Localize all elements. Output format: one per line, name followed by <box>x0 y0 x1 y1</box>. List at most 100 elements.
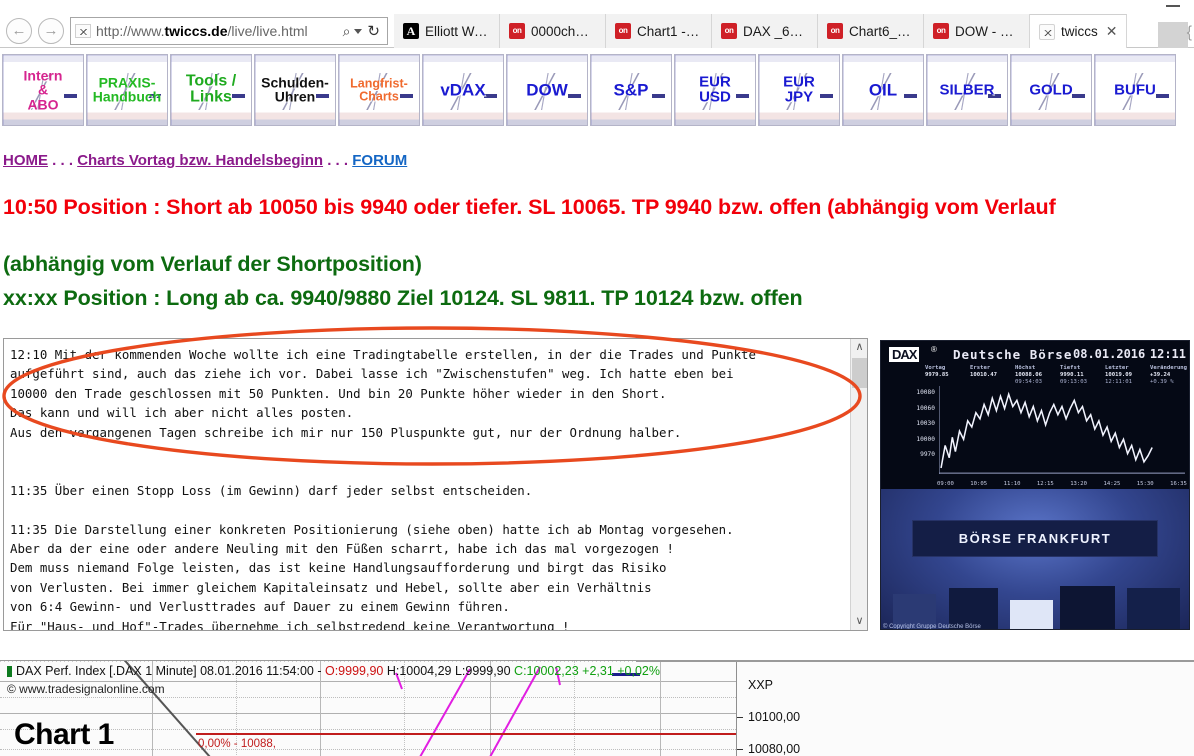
corner-label: XXP <box>748 678 774 692</box>
window-restore-button[interactable] <box>1158 22 1188 48</box>
thumb-nav-item-4[interactable]: Langfrist- Charts <box>338 54 420 126</box>
registered-icon: ® <box>931 345 937 354</box>
forward-button[interactable]: → <box>38 18 64 44</box>
bc-close: C:10002,23 +2,31 +0,02% <box>514 664 661 678</box>
dax-stat-5: Veränderung +39.24 +0.39 % <box>1150 365 1187 386</box>
brace-icon: { <box>1186 24 1192 41</box>
dax-stat-value: +39.24 <box>1150 372 1171 378</box>
frankfurt-exchange-photo: BÖRSE FRANKFURT © Copyright Gruppe Deuts… <box>881 489 1189 629</box>
borse-frankfurt-text: BÖRSE FRANKFURT <box>958 531 1112 547</box>
thumb-mini-chart-icon <box>87 55 167 125</box>
chart-1-label: Chart 1 <box>14 718 114 751</box>
thumb-nav-item-10[interactable]: OIL <box>842 54 924 126</box>
y-tick-2 <box>737 749 743 750</box>
dax-stat-key: Vortag <box>925 365 946 371</box>
thumb-nav-item-13[interactable]: BUFU <box>1094 54 1176 126</box>
bc-highlow: H:10004,29 L:9999,90 <box>383 664 515 678</box>
thumb-mini-chart-icon <box>927 55 1007 125</box>
chart-bullet-icon <box>7 666 12 677</box>
browser-tab-label: 0000chart - C... <box>531 23 596 39</box>
browser-tab-6[interactable]: twiccs ✕ <box>1030 14 1128 48</box>
dax-date: 08.01.2016 <box>1073 347 1146 361</box>
thumb-nav-item-8[interactable]: EUR USD <box>674 54 756 126</box>
link-home[interactable]: HOME <box>3 152 48 169</box>
thumb-nav-item-1[interactable]: PRAXIS- Handbuch <box>86 54 168 126</box>
url-domain: twiccs.de <box>164 23 228 39</box>
link-forum[interactable]: FORUM <box>352 152 407 169</box>
dax-stat-0: Vortag 9979.85 <box>925 365 962 386</box>
browser-tab-0[interactable]: A Elliott Wave ... <box>394 14 500 48</box>
thumb-nav-item-7[interactable]: S&P <box>590 54 672 126</box>
url-suffix: /live/live.html <box>227 23 308 39</box>
thumb-mini-chart-icon <box>675 55 755 125</box>
y-axis-top-border <box>636 661 1194 662</box>
dax-stat-time: 09:54:03 <box>1015 379 1042 385</box>
url-prefix: http://www. <box>96 23 165 39</box>
y-label-10100: 10100,00 <box>748 710 801 724</box>
dax-x-tick-2: 11:10 <box>1003 481 1021 487</box>
thumb-mini-chart-icon <box>759 55 839 125</box>
browser-tab-label: DAX _60 Min ... <box>743 23 808 39</box>
borse-frankfurt-banner: BÖRSE FRANKFURT <box>911 520 1159 558</box>
scrollbar-thumb[interactable] <box>852 358 867 388</box>
y-label-10080: 10080,00 <box>748 742 801 756</box>
dax-board-image: DAX ® Deutsche Börse 08.01.2016 12:11 Vo… <box>880 340 1190 630</box>
dax-stat-value: 9990.11 <box>1060 372 1084 378</box>
thumb-nav-item-5[interactable]: vDAX <box>422 54 504 126</box>
browser-tab-5[interactable]: on DOW - Chart ... <box>924 14 1030 48</box>
browser-tab-2[interactable]: on Chart1 - Char... <box>606 14 712 48</box>
thumb-mini-chart-icon <box>171 55 251 125</box>
browser-tab-4[interactable]: on Chart6_SKSM... <box>818 14 924 48</box>
back-button[interactable]: ← <box>6 18 32 44</box>
dax-quote-panel: DAX ® Deutsche Börse 08.01.2016 12:11 Vo… <box>881 341 1189 489</box>
thumb-nav-item-9[interactable]: EUR JPY <box>758 54 840 126</box>
tab-close-icon[interactable]: ✕ <box>1106 23 1118 40</box>
y-tick-1 <box>737 717 743 718</box>
log-scrollbar[interactable]: ∧ ∨ <box>850 339 867 630</box>
link-charts-vortag[interactable]: Charts Vortag bzw. Handelsbeginn <box>77 152 323 169</box>
thumb-nav-item-2[interactable]: Tools / Links <box>170 54 252 126</box>
bottom-chart-title: DAX Perf. Index [.DAX 1 Minute] 08.01.20… <box>16 664 660 678</box>
dax-x-tick-5: 14:25 <box>1103 481 1121 487</box>
on-badge-icon: on <box>827 23 843 39</box>
thumb-mini-chart-icon <box>255 55 335 125</box>
scroll-down-icon[interactable]: ∨ <box>851 613 867 630</box>
thumb-nav-item-11[interactable]: SILBER <box>926 54 1008 126</box>
dax-x-tick-4: 13:20 <box>1070 481 1088 487</box>
on-badge-icon: on <box>721 23 737 39</box>
thumb-nav-item-3[interactable]: Schulden- Uhren <box>254 54 336 126</box>
address-bar[interactable]: http://www.twiccs.de/live/live.html ⌕ ↻ <box>70 17 388 45</box>
thumb-nav-item-12[interactable]: GOLD <box>1010 54 1092 126</box>
link-separator-2: . . . <box>323 152 353 169</box>
dax-stat-key: Höchst <box>1015 365 1036 371</box>
photo-monitor-3 <box>1127 588 1180 629</box>
site-favicon-icon <box>75 24 91 38</box>
window-minimize-button[interactable] <box>1166 5 1180 7</box>
browser-tab-1[interactable]: on 0000chart - C... <box>500 14 606 48</box>
trading-log-textarea[interactable]: 12:10 Mit der kommenden Woche wollte ich… <box>3 338 868 631</box>
thumb-nav-item-6[interactable]: DOW <box>506 54 588 126</box>
search-icon[interactable]: ⌕ <box>343 23 351 40</box>
back-arrow-icon: ← <box>11 22 27 39</box>
on-badge-icon: on <box>509 23 525 39</box>
dax-stat-value: 10088.06 <box>1015 372 1042 378</box>
forward-arrow-icon: → <box>43 22 59 39</box>
browser-tab-3[interactable]: on DAX _60 Min ... <box>712 14 818 48</box>
browser-chrome: ← → http://www.twiccs.de/live/live.html … <box>0 0 1194 48</box>
dax-stat-4: Letzter 10019.09 12:11:01 <box>1105 365 1142 386</box>
dax-price-line <box>940 391 1153 469</box>
browser-tab-label: twiccs <box>1061 24 1098 39</box>
thumb-nav-item-0[interactable]: Intern & ABO <box>2 54 84 126</box>
dax-x-tick-3: 12:15 <box>1036 481 1054 487</box>
dax-x-tick-6: 15:30 <box>1136 481 1154 487</box>
dax-stat-value: 10019.09 <box>1105 372 1132 378</box>
thumb-mini-chart-icon <box>1011 55 1091 125</box>
thumb-mini-chart-icon <box>1095 55 1175 125</box>
refresh-icon[interactable]: ↻ <box>367 22 380 40</box>
chevron-down-icon[interactable] <box>354 28 363 34</box>
scroll-up-icon[interactable]: ∧ <box>851 339 867 356</box>
dax-x-tick-0: 09:00 <box>937 481 954 487</box>
dax-stat-key: Veränderung <box>1150 365 1188 371</box>
letter-a-icon: A <box>403 23 419 39</box>
chart-favicon <box>1039 23 1055 40</box>
